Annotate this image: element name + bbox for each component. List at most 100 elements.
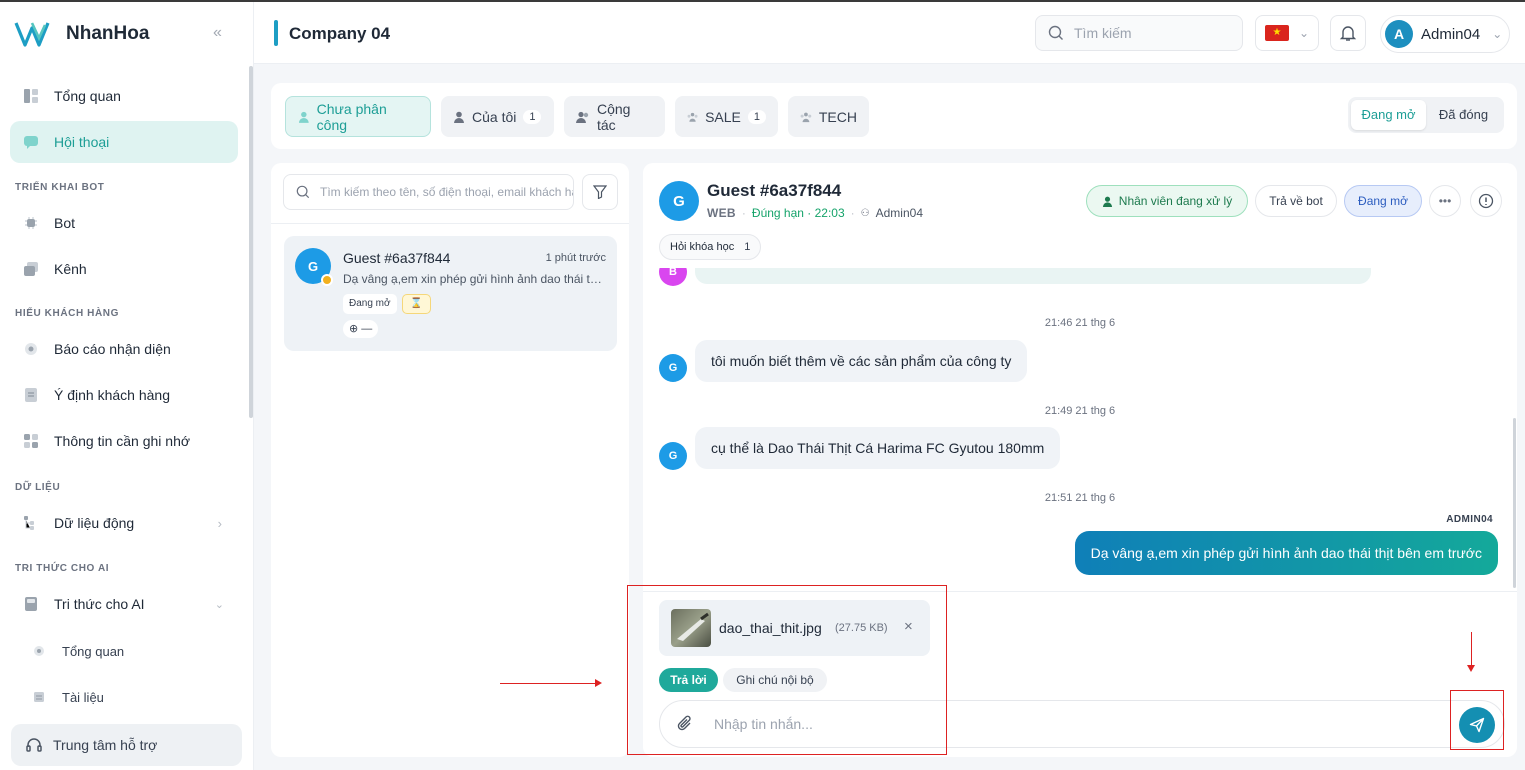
search-placeholder: Tìm kiếm theo tên, số điện thoại, email … — [320, 185, 574, 199]
tree-icon — [24, 516, 34, 530]
book-icon — [25, 597, 37, 611]
separator: · — [850, 206, 855, 220]
conversation-list-item[interactable]: G Guest #6a37f844 1 phút trước Dạ vâng ạ… — [284, 236, 617, 351]
sidebar-item-overview[interactable]: Tổng quan — [10, 75, 238, 117]
toggle-open[interactable]: Đang mở — [1351, 100, 1426, 130]
top-header: Company 04 Tìm kiếm ★ ⌄ A Admin04 ⌄ — [254, 2, 1525, 64]
annotation-arrow-line — [1471, 632, 1472, 666]
vietnam-flag-icon: ★ — [1265, 25, 1289, 41]
tab-unassigned[interactable]: Chưa phân công — [285, 96, 431, 137]
more-options-icon[interactable]: ••• — [1429, 185, 1461, 217]
agent-icon: ⚇ — [860, 207, 870, 219]
tab-count-badge: 1 — [523, 109, 542, 124]
toggle-closed[interactable]: Đã đóng — [1426, 100, 1501, 130]
sidebar-item-ai-knowledge[interactable]: Tri thức cho AI ⌄ — [10, 583, 238, 625]
button-label: Nhân viên đang xử lý — [1118, 194, 1233, 208]
sidebar-item-conversations[interactable]: Hội thoại — [10, 121, 238, 163]
annotation-highlight-send — [1450, 690, 1504, 750]
conversation-search-input[interactable]: Tìm kiếm theo tên, số điện thoại, email … — [283, 174, 574, 210]
collapse-sidebar-icon[interactable]: « — [213, 24, 222, 42]
chevron-right-icon: › — [217, 515, 222, 531]
bot-chip-icon — [25, 217, 37, 229]
global-search-input[interactable]: Tìm kiếm — [1035, 15, 1243, 51]
sidebar-scrollbar[interactable] — [249, 66, 253, 418]
chat-bubble-icon — [24, 136, 38, 149]
tab-tech[interactable]: TECH — [788, 96, 869, 137]
help-center-label: Trung tâm hỗ trợ — [53, 737, 158, 753]
conversation-name: Guest #6a37f844 — [343, 250, 451, 266]
sidebar-item-memory[interactable]: Thông tin cần ghi nhớ — [10, 420, 238, 462]
filter-button[interactable] — [582, 174, 618, 210]
sidebar-item-channel[interactable]: Kênh — [10, 248, 238, 290]
users-icon — [576, 111, 589, 123]
dot-icon — [34, 646, 44, 656]
section-title-data: DỮ LIỆU — [15, 482, 61, 493]
language-selector[interactable]: ★ ⌄ — [1255, 15, 1319, 51]
avatar: G — [659, 354, 687, 382]
grid-icon — [24, 434, 38, 448]
sidebar-item-label: Tổng quan — [62, 643, 125, 659]
return-to-bot-button[interactable]: Trả về bot — [1255, 185, 1337, 217]
layers-icon — [24, 262, 38, 276]
message-list[interactable]: B 21:46 21 thg 6 G tôi muốn biết thêm về… — [643, 268, 1517, 591]
annotation-highlight-composer — [627, 585, 947, 755]
file-icon — [34, 692, 44, 702]
channel-label: WEB — [707, 206, 736, 220]
search-icon — [1048, 25, 1063, 40]
sidebar: NhanHoa « Tổng quan Hội thoại TRIỂN KHAI… — [0, 2, 254, 770]
outgoing-message: Dạ vâng ạ,em xin phép gửi hình ảnh dao t… — [1074, 531, 1498, 575]
tab-mine[interactable]: Của tôi 1 — [441, 96, 554, 137]
message-timestamp: 21:46 21 thg 6 — [1044, 317, 1116, 329]
sidebar-item-label: Ý định khách hàng — [54, 387, 170, 403]
sidebar-item-label: Báo cáo nhận diện — [54, 341, 171, 357]
button-label: Trả về bot — [1269, 194, 1323, 208]
help-center-button[interactable]: Trung tâm hỗ trợ — [11, 724, 242, 766]
sidebar-subitem-documents[interactable]: Tài liệu — [10, 679, 238, 715]
brand-logo[interactable]: NhanHoa — [14, 20, 149, 48]
tag-count: 1 — [744, 241, 751, 253]
team-icon — [687, 112, 698, 122]
dashboard-icon — [24, 89, 38, 103]
tab-sale[interactable]: SALE 1 — [675, 96, 778, 137]
chevron-down-icon: ⌄ — [214, 598, 224, 611]
open-status-button[interactable]: Đang mở — [1344, 185, 1422, 217]
tab-label: SALE — [705, 108, 741, 125]
user-menu[interactable]: A Admin04 ⌄ — [1380, 15, 1510, 53]
headset-icon — [26, 738, 42, 752]
incoming-message: tôi muốn biết thêm về các sản phẩm của c… — [695, 340, 1028, 382]
button-label: Đang mở — [1358, 194, 1408, 208]
message-timestamp: 21:51 21 thg 6 — [1044, 492, 1116, 504]
assigned-agent: Admin04 — [875, 206, 923, 220]
sidebar-item-recognition-report[interactable]: Báo cáo nhận diện — [10, 328, 238, 370]
chat-contact-name: Guest #6a37f844 — [707, 181, 842, 200]
status-toggle: Đang mở Đã đóng — [1348, 97, 1504, 133]
annotation-arrow-head — [1467, 665, 1475, 672]
section-title-bot: TRIỂN KHAI BOT — [15, 182, 105, 193]
info-circle-icon — [1478, 193, 1494, 209]
sidebar-item-label: Bot — [54, 215, 76, 231]
topic-tag[interactable]: Hỏi khóa học 1 — [659, 234, 762, 260]
tab-label: Chưa phân công — [316, 100, 387, 133]
avatar: B — [659, 268, 687, 286]
info-icon[interactable] — [1470, 185, 1502, 217]
sidebar-item-label: Tri thức cho AI — [54, 596, 145, 612]
sidebar-item-dynamic-data[interactable]: Dữ liệu động › — [10, 502, 238, 544]
user-name: Admin04 — [1421, 25, 1481, 43]
search-icon — [296, 185, 310, 199]
message-timestamp: 21:49 21 thg 6 — [1044, 405, 1116, 417]
incoming-message: cụ thể là Dao Thái Thịt Cá Harima FC Gyu… — [695, 427, 1061, 469]
status-badge: Đang mở — [343, 294, 397, 314]
agent-handling-button[interactable]: Nhân viên đang xử lý — [1086, 185, 1248, 217]
annotation-arrow-head — [595, 679, 602, 687]
team-icon — [800, 112, 812, 122]
sidebar-subitem-ai-overview[interactable]: Tổng quan — [10, 633, 238, 669]
brand-name: NhanHoa — [66, 23, 150, 44]
messages-scrollbar[interactable] — [1513, 418, 1516, 588]
message-bubble-partial — [695, 268, 1371, 284]
sidebar-item-customer-intent[interactable]: Ý định khách hàng — [10, 374, 238, 416]
nhanhoa-logo-icon — [14, 22, 50, 47]
tab-collaborate[interactable]: Cộng tác — [564, 96, 665, 137]
tab-label: TECH — [818, 108, 857, 125]
sidebar-item-bot[interactable]: Bot — [10, 202, 238, 244]
notifications-button[interactable] — [1330, 15, 1366, 51]
